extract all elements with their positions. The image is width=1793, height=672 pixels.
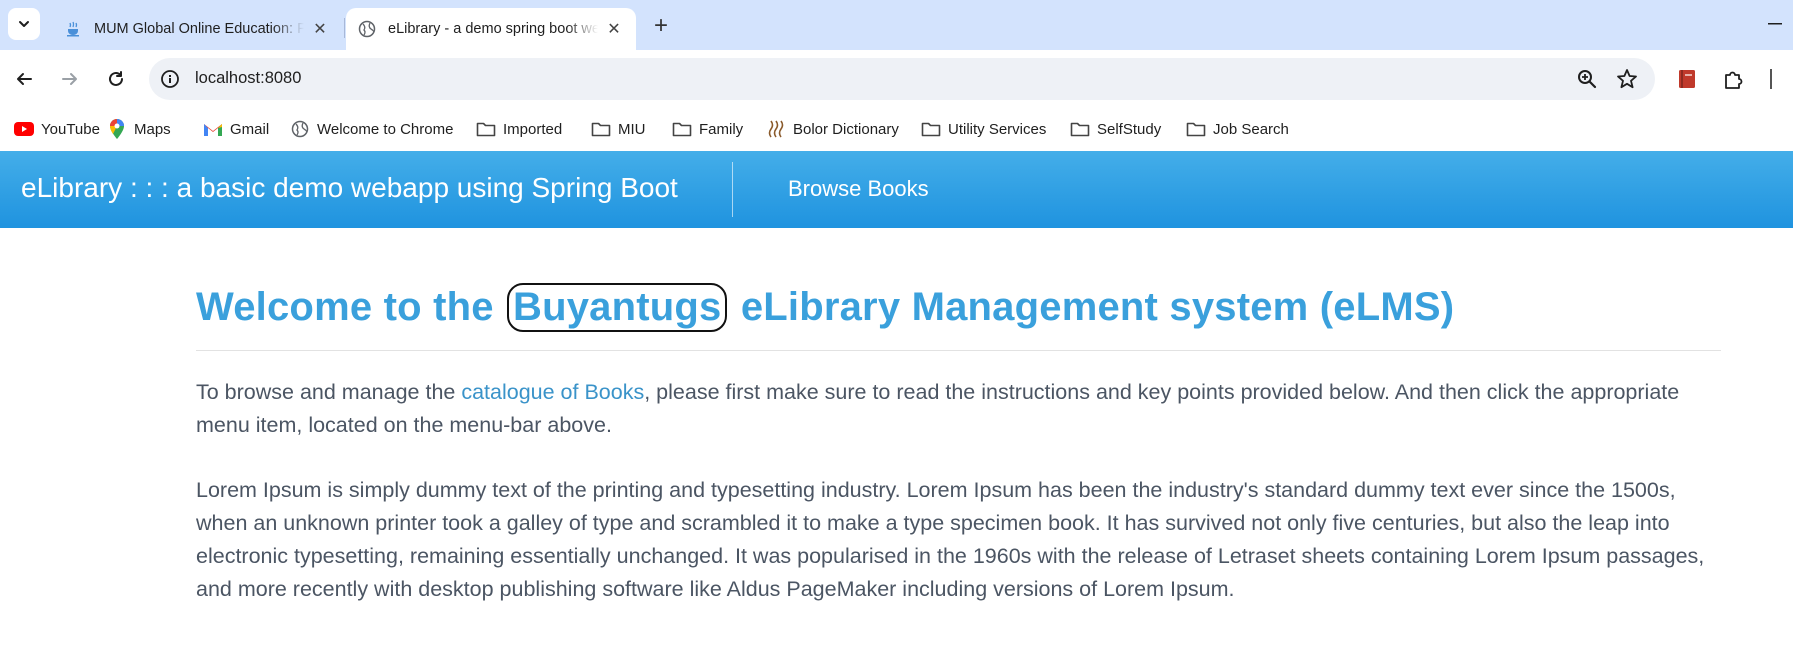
back-button[interactable] xyxy=(8,63,40,95)
bookmark-label: YouTube xyxy=(41,120,100,138)
bookmark-folder-miu[interactable]: MIU xyxy=(590,116,646,142)
lorem-paragraph: Lorem Ipsum is simply dummy text of the … xyxy=(196,478,1705,601)
book-extension-icon[interactable] xyxy=(1676,68,1698,90)
bookmark-label: Family xyxy=(699,120,744,138)
toolbar-divider xyxy=(1770,69,1772,89)
bookmark-gmail[interactable]: Gmail xyxy=(202,116,269,142)
minimize-icon xyxy=(1768,23,1782,25)
catalogue-link[interactable]: catalogue of Books xyxy=(461,380,644,404)
page-title: Welcome to the Buyantugs eLibrary Manage… xyxy=(196,283,1455,332)
tab-title: eLibrary - a demo spring boot web xyxy=(388,21,598,37)
title-divider xyxy=(196,350,1721,351)
nav-browse-books-link[interactable]: Browse Books xyxy=(788,176,929,202)
bookmark-folder-job-search[interactable]: Job Search xyxy=(1185,116,1289,142)
bookmark-label: Imported xyxy=(503,120,563,138)
youtube-icon xyxy=(13,120,35,138)
tab-search-button[interactable] xyxy=(8,8,40,40)
site-info-icon[interactable] xyxy=(159,68,181,90)
tab-mum-education[interactable]: MUM Global Online Education: Fi ✕ xyxy=(52,8,342,50)
globe-icon xyxy=(289,120,311,138)
tab-strip: MUM Global Online Education: Fi ✕ eLibra… xyxy=(0,0,1793,50)
bookmark-label: SelfStudy xyxy=(1097,120,1162,138)
browser-toolbar: localhost:8080 xyxy=(0,50,1793,108)
close-tab-icon[interactable]: ✕ xyxy=(604,19,624,39)
new-tab-button[interactable]: + xyxy=(646,11,676,41)
reload-button[interactable] xyxy=(100,63,132,95)
folder-icon xyxy=(1069,120,1091,138)
bookmark-folder-family[interactable]: Family xyxy=(671,116,743,142)
bookmark-label: Utility Services xyxy=(948,120,1047,138)
tab-separator xyxy=(344,18,345,38)
arrow-left-icon xyxy=(17,73,32,85)
folder-icon xyxy=(475,120,497,138)
intro-text-before: To browse and manage the xyxy=(196,380,462,404)
address-url: localhost:8080 xyxy=(195,69,302,87)
chevron-down-icon xyxy=(19,21,29,27)
bookmark-maps[interactable]: Maps xyxy=(106,116,171,142)
title-suffix: eLibrary Management system (eLMS) xyxy=(740,285,1455,329)
bookmark-label: Welcome to Chrome xyxy=(317,120,454,138)
site-brand-link[interactable]: eLibrary : : : a basic demo webapp using… xyxy=(21,172,678,204)
steam-cup-icon xyxy=(64,20,82,38)
folder-icon xyxy=(1185,120,1207,138)
bookmark-label: Maps xyxy=(134,120,171,138)
forward-button[interactable] xyxy=(54,63,86,95)
site-navbar: eLibrary : : : a basic demo webapp using… xyxy=(0,151,1793,228)
minimize-window-button[interactable] xyxy=(1763,14,1787,34)
tab-title: MUM Global Online Education: Fi xyxy=(94,21,304,37)
bookmark-folder-utility[interactable]: Utility Services xyxy=(920,116,1046,142)
arrow-right-icon xyxy=(62,73,77,85)
close-tab-icon[interactable]: ✕ xyxy=(310,19,330,39)
bookmark-label: Job Search xyxy=(1213,120,1289,138)
folder-icon xyxy=(671,120,693,138)
zoom-icon[interactable] xyxy=(1575,67,1599,91)
maps-pin-icon xyxy=(106,119,128,139)
address-bar[interactable]: localhost:8080 xyxy=(149,58,1655,100)
intro-paragraph: To browse and manage the catalogue of Bo… xyxy=(196,376,1721,442)
reload-icon xyxy=(109,71,123,86)
extensions-puzzle-icon[interactable] xyxy=(1720,66,1746,92)
bookmark-folder-selfstudy[interactable]: SelfStudy xyxy=(1069,116,1161,142)
bookmark-label: Gmail xyxy=(230,120,270,138)
bookmark-label: MIU xyxy=(618,120,646,138)
gmail-icon xyxy=(202,120,224,138)
bookmark-star-icon[interactable] xyxy=(1615,67,1639,91)
tab-elibrary[interactable]: eLibrary - a demo spring boot web ✕ xyxy=(346,8,636,50)
highlighted-name: Buyantugs xyxy=(507,283,728,332)
bookmark-welcome-chrome[interactable]: Welcome to Chrome xyxy=(289,116,453,142)
dictionary-icon xyxy=(765,120,787,138)
navbar-divider xyxy=(732,162,733,217)
globe-icon xyxy=(358,20,376,38)
bookmark-youtube[interactable]: YouTube xyxy=(13,116,100,142)
title-prefix: Welcome to the xyxy=(196,285,494,329)
bookmark-folder-imported[interactable]: Imported xyxy=(475,116,562,142)
bookmark-bolor-dictionary[interactable]: Bolor Dictionary xyxy=(765,116,899,142)
folder-icon xyxy=(590,120,612,138)
bookmarks-bar: YouTube Maps Gmail Welcome to Chrome Imp… xyxy=(0,108,1793,151)
folder-icon xyxy=(920,120,942,138)
bookmark-label: Bolor Dictionary xyxy=(793,120,899,138)
